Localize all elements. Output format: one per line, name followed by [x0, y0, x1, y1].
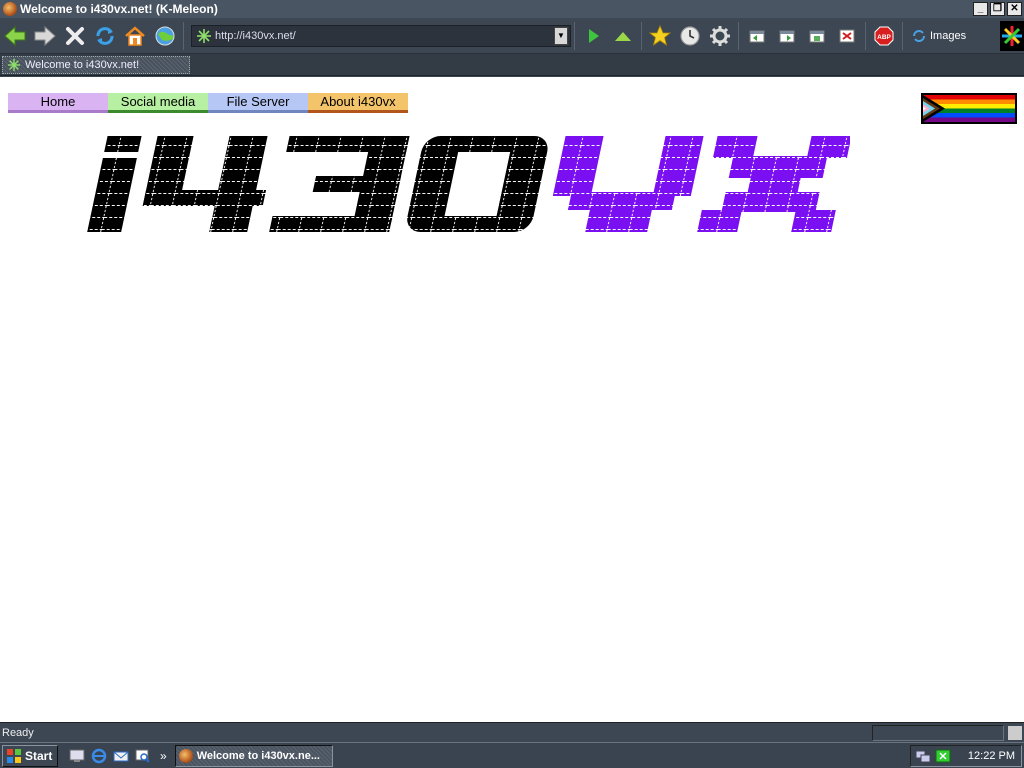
search-icon [135, 749, 150, 763]
history-button[interactable] [675, 21, 705, 51]
stop-button[interactable] [60, 21, 90, 51]
quicklaunch-outlook-icon[interactable] [112, 747, 130, 765]
preferences-button[interactable] [705, 21, 735, 51]
window-title: Welcome to i430vx.net! (K-Meleon) [20, 2, 218, 16]
globe-icon [155, 26, 175, 45]
logo-letter-x [697, 136, 850, 232]
restore-button[interactable]: ❐ [990, 2, 1005, 16]
star-icon [649, 24, 671, 46]
start-label: Start [25, 748, 53, 763]
forward-button[interactable] [30, 21, 60, 51]
internet-explorer-icon [91, 748, 107, 763]
quicklaunch-chevron-icon[interactable]: » [160, 749, 167, 763]
system-clock[interactable]: 12:22 PM [968, 750, 1015, 762]
reload-button[interactable] [90, 21, 120, 51]
globe-button[interactable] [150, 21, 180, 51]
system-tray: 12:22 PM [910, 744, 1022, 767]
tab-welcome[interactable]: Welcome to i430vx.net! [2, 56, 190, 74]
logo-digit-0 [407, 136, 548, 232]
status-pane [872, 724, 1004, 741]
arrow-left-icon [4, 25, 26, 46]
k-meleon-icon [3, 2, 17, 16]
close-window-button[interactable] [832, 21, 862, 51]
nav-social-media-link[interactable]: Social media [108, 93, 208, 113]
home-icon [125, 25, 145, 46]
nav-about-link[interactable]: About i430vx [308, 93, 408, 113]
url-input[interactable] [215, 26, 554, 45]
url-dropdown-button[interactable]: ▼ [554, 26, 568, 45]
nav-home-link[interactable]: Home [8, 93, 108, 113]
play-arrow-icon [589, 28, 599, 43]
minimize-button[interactable]: _ [973, 2, 988, 16]
network-icon[interactable] [915, 748, 931, 764]
window-prev-button[interactable] [742, 21, 772, 51]
images-toggle-button[interactable]: Images [912, 29, 966, 43]
toolbar-separator [902, 21, 903, 50]
logo-digit-3 [269, 136, 410, 232]
navigation-toolbar: ▼ ABP Images [0, 18, 1024, 54]
toolbar-separator [183, 21, 184, 50]
taskbar: Start » Welcome to i430vx.ne... 12:22 PM [0, 742, 1024, 768]
page-content: Home Social media File Server About i430… [0, 77, 1024, 722]
k-meleon-throbber-icon [1002, 25, 1022, 46]
k-meleon-icon [178, 748, 193, 763]
throbber-logo [1000, 20, 1024, 51]
home-button[interactable] [120, 21, 150, 51]
window-back-icon [749, 30, 765, 42]
gear-icon [710, 25, 730, 46]
new-window-icon [809, 30, 825, 42]
site-logo [80, 134, 850, 240]
url-bar[interactable]: ▼ [191, 24, 571, 47]
resize-grip[interactable] [1008, 725, 1022, 740]
svg-text:ABP: ABP [877, 34, 891, 41]
new-window-button[interactable] [802, 21, 832, 51]
site-navigation: Home Social media File Server About i430… [8, 93, 408, 113]
taskbar-window-button[interactable]: Welcome to i430vx.ne... [174, 744, 333, 767]
tab-label: Welcome to i430vx.net! [25, 59, 140, 71]
title-bar: Welcome to i430vx.net! (K-Meleon) _ ❐ ✕ [0, 0, 1024, 18]
adblock-button[interactable]: ABP [869, 21, 899, 51]
quicklaunch-desktop-icon[interactable] [68, 747, 86, 765]
quicklaunch-ie-icon[interactable] [90, 747, 108, 765]
go-button[interactable] [578, 21, 608, 51]
up-arrow-icon [615, 31, 631, 41]
windows-logo-icon [7, 748, 21, 763]
quick-launch: » [68, 747, 167, 765]
stop-x-icon [66, 26, 84, 45]
quicklaunch-search-icon[interactable] [134, 747, 152, 765]
toolbar-separator [865, 21, 866, 50]
back-button[interactable] [0, 21, 30, 51]
logo-letter-v [552, 136, 704, 232]
window-next-button[interactable] [772, 21, 802, 51]
clock-icon [680, 25, 700, 46]
toolbar-separator [738, 21, 739, 50]
up-button[interactable] [608, 21, 638, 51]
tab-bar: Welcome to i430vx.net! [0, 54, 1024, 76]
adblock-icon: ABP [874, 26, 894, 45]
toolbar-separator [641, 21, 642, 50]
bookmarks-button[interactable] [645, 21, 675, 51]
images-label: Images [930, 29, 967, 42]
show-desktop-icon [69, 749, 85, 762]
status-text: Ready [2, 726, 34, 739]
reload-icon [96, 26, 114, 45]
window-forward-icon [779, 30, 795, 42]
arrow-right-icon [34, 25, 56, 46]
close-window-icon [839, 29, 855, 42]
site-favicon-icon [197, 28, 211, 43]
nav-file-server-link[interactable]: File Server [208, 93, 308, 113]
logo-digit-4 [142, 136, 268, 232]
progress-pride-flag [921, 93, 1017, 124]
site-favicon-icon [7, 58, 21, 72]
taskbar-window-label: Welcome to i430vx.ne... [196, 749, 320, 762]
close-button[interactable]: ✕ [1007, 2, 1022, 16]
status-bar: Ready [0, 722, 1024, 742]
volume-icon[interactable] [935, 748, 951, 764]
mail-icon [113, 751, 129, 761]
refresh-small-icon [913, 29, 925, 42]
logo-letter-i [87, 136, 142, 232]
start-button[interactable]: Start [2, 744, 58, 767]
toolbar-separator [574, 21, 575, 50]
